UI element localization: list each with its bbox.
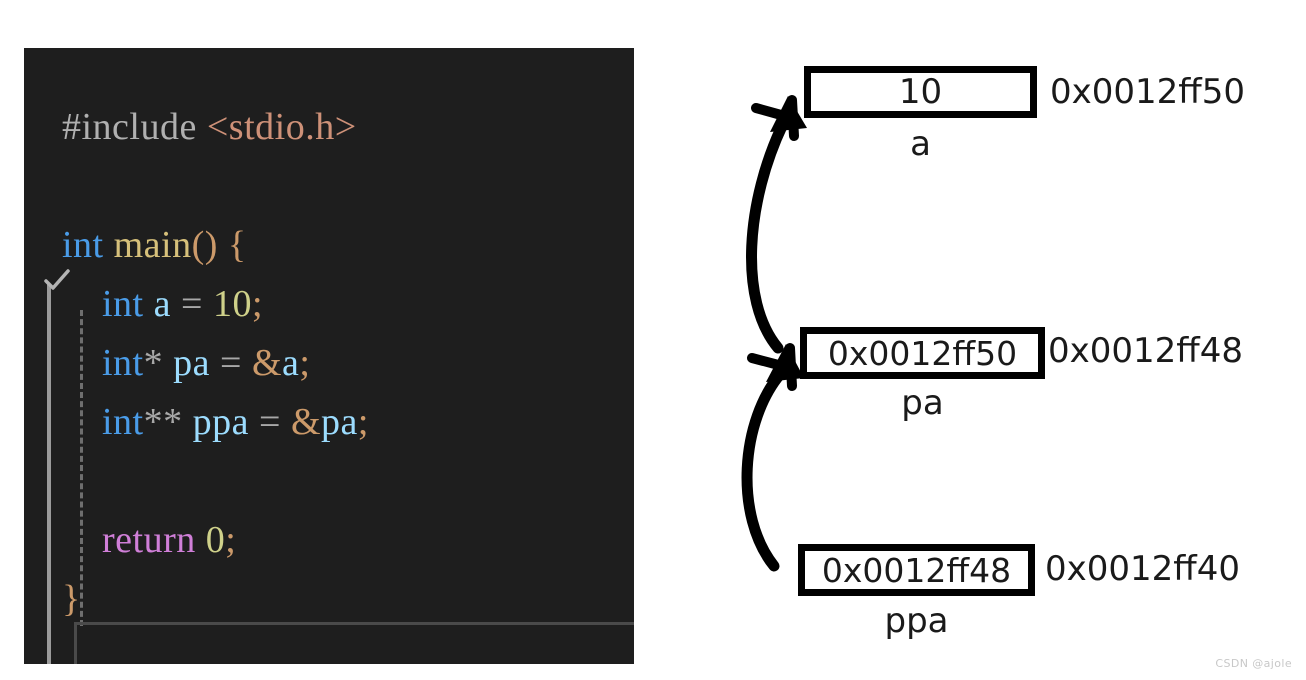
code-token: ** — [143, 401, 183, 443]
memory-cell-pa-label: pa — [901, 383, 944, 423]
code-token: <stdio.h> — [206, 106, 357, 148]
memory-cell-ppa: 0x0012ff48 — [798, 544, 1035, 596]
code-token: int — [62, 224, 104, 266]
code-line-3: int main() { — [62, 216, 369, 275]
code-token: main — [113, 224, 192, 266]
code-token: ; — [299, 342, 311, 384]
curved-arrow-icon-pa-to-a — [746, 95, 807, 354]
code-token: 0 — [205, 519, 226, 561]
code-token: int — [102, 401, 144, 443]
memory-cell-pa-address: 0x0012ff48 — [1048, 331, 1243, 371]
code-token: #include — [62, 106, 207, 148]
code-token: a — [153, 283, 171, 325]
memory-cell-pa-value: 0x0012ff50 — [827, 333, 1018, 373]
code-token: return — [102, 519, 196, 561]
code-token: * — [143, 342, 164, 384]
code-token: pa — [173, 342, 210, 384]
code-fold-region-bar[interactable] — [47, 284, 51, 664]
code-token: 10 — [212, 283, 252, 325]
code-editor-panel[interactable]: #include <stdio.h> int main() { int a = … — [24, 48, 634, 664]
memory-cell-a: 10 — [804, 66, 1037, 118]
code-line-8: return 0; — [62, 511, 369, 570]
code-line-9: } — [62, 570, 369, 629]
code-token: = — [220, 342, 242, 384]
code-token: & — [251, 342, 282, 384]
code-token: ; — [225, 519, 237, 561]
code-line-1: #include <stdio.h> — [62, 98, 369, 157]
code-token: a — [282, 342, 300, 384]
memory-cell-pa: 0x0012ff50 — [800, 327, 1045, 379]
code-text[interactable]: #include <stdio.h> int main() { int a = … — [62, 98, 369, 629]
code-token: () — [191, 224, 218, 266]
code-line-5: int* pa = &a; — [62, 334, 369, 393]
code-token: int — [102, 283, 144, 325]
memory-cell-ppa-label: ppa — [884, 601, 949, 641]
code-token: pa — [321, 401, 358, 443]
code-line-4: int a = 10; — [62, 275, 369, 334]
code-token: } — [62, 578, 81, 620]
memory-cell-a-value: 10 — [898, 72, 943, 112]
memory-diagram: 10 a 0x0012ff50 0x0012ff50 pa 0x0012ff48… — [700, 0, 1306, 680]
code-token: ppa — [192, 401, 249, 443]
code-line-6: int** ppa = &pa; — [62, 393, 369, 452]
watermark: CSDN @ajole — [1215, 657, 1292, 670]
code-token: = — [181, 283, 203, 325]
code-token: { — [227, 224, 247, 266]
memory-cell-ppa-address: 0x0012ff40 — [1045, 549, 1240, 589]
code-token: = — [259, 401, 281, 443]
code-token: ; — [357, 401, 369, 443]
memory-cell-a-address: 0x0012ff50 — [1050, 72, 1245, 112]
memory-cell-a-label: a — [910, 124, 931, 164]
code-token: & — [290, 401, 321, 443]
memory-cell-ppa-value: 0x0012ff48 — [821, 550, 1012, 590]
code-token: int — [102, 342, 144, 384]
code-token: ; — [251, 283, 263, 325]
curved-arrow-icon-ppa-to-pa — [741, 343, 804, 572]
